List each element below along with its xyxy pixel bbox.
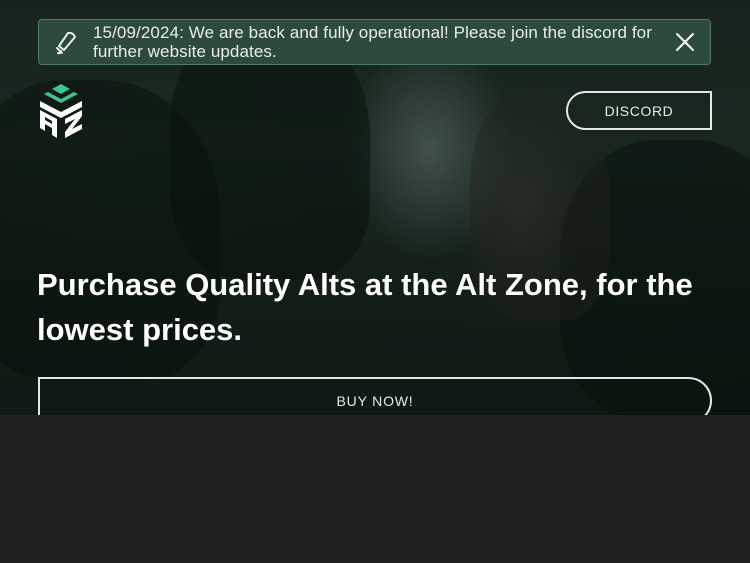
hero-headline: Purchase Quality Alts at the Alt Zone, f…	[37, 267, 693, 347]
logo[interactable]	[37, 84, 85, 138]
discord-button[interactable]: DISCORD	[566, 91, 712, 130]
bell-icon	[56, 31, 76, 55]
close-icon[interactable]	[674, 31, 696, 53]
content-area	[0, 415, 750, 563]
announcement-banner: 15/09/2024: We are back and fully operat…	[38, 19, 711, 65]
announcement-text: 15/09/2024: We are back and fully operat…	[93, 23, 652, 61]
